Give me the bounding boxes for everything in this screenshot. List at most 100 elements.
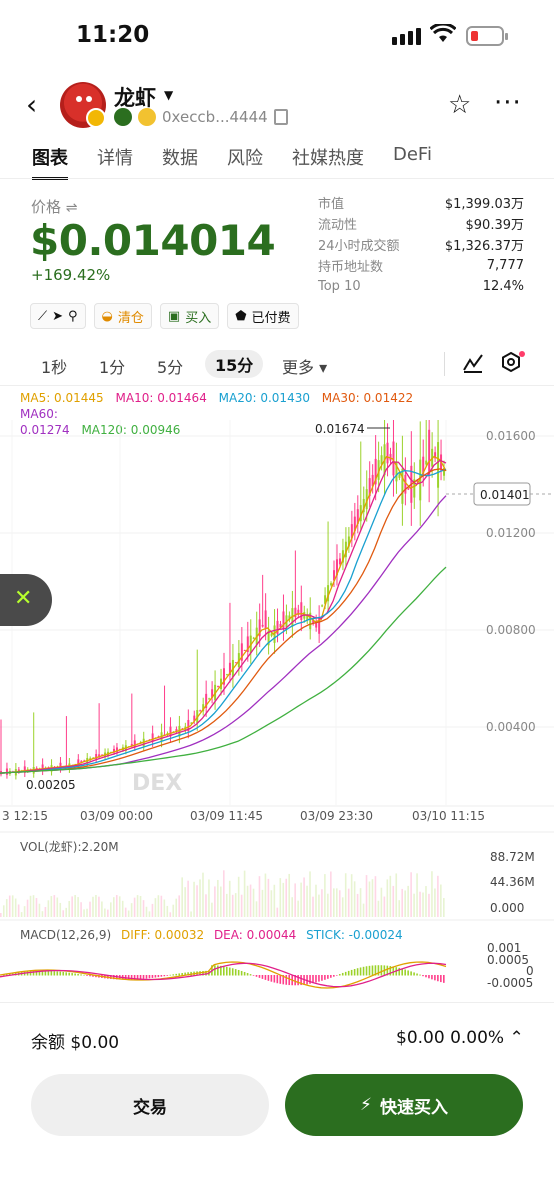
volume-bar [380,887,383,917]
volume-bar [121,900,124,917]
tag-buy[interactable]: ▣ 买入 [159,303,220,329]
trade-button[interactable]: 交易 [31,1074,269,1136]
volume-bar [276,907,279,917]
tf-1s[interactable]: 1秒 [41,354,67,378]
volume-bar [17,904,20,917]
volume-bar [350,874,353,917]
tf-1m[interactable]: 1分 [99,354,125,378]
y-tick-label: 0.00400 [486,720,536,734]
macd-stick [145,975,148,979]
macd-stick [246,973,249,976]
macd-stick [270,975,273,982]
tag-clear[interactable]: ◒ 清仓 [93,303,152,329]
price-chart[interactable]: 0.01600 0.01200 0.00800 0.00400 3 12:15 03/09… [0,420,554,1000]
copy-icon[interactable] [273,109,288,125]
ma30-value: MA30: 0.01422 [321,391,414,405]
macd-stick [223,966,225,976]
volume-bar [312,896,314,917]
volume-bar [368,881,371,917]
volume-bar [395,873,398,917]
tab-defi[interactable]: DeFi [393,144,432,170]
quick-buy-button[interactable]: ⚡ 快速买入 [285,1074,523,1136]
stats-panel: 市值 $1,399.03万 流动性 $90.39万 24小时成交额 $1,326.37… [318,197,524,294]
volume-bar [80,902,82,917]
volume-bar [92,896,94,917]
volume-bar [223,870,225,917]
floating-action-button[interactable] [0,574,52,626]
macd-stick [157,975,160,978]
tab-data[interactable]: 数据 [162,144,198,170]
volume-bar [362,903,365,917]
volume-bar [389,875,392,917]
volume-bar [199,879,201,917]
macd-stick [324,975,326,980]
tag-paid[interactable]: ⬟ 已付费 [227,303,299,329]
volume-bar [202,872,204,917]
macd-stick [335,975,338,976]
macd-stick [288,975,291,986]
volume-bar [404,890,406,917]
macd-stick [279,975,282,984]
indicator-icon[interactable] [462,352,484,374]
y-tick-label: 0.01200 [486,526,536,540]
balance-change[interactable]: $0.00 0.00% ⌃ [396,1028,524,1048]
macd-stick [365,966,368,976]
volume-bar [300,882,302,917]
tab-social[interactable]: 社媒热度 [292,144,364,170]
macd-stick [440,975,442,983]
volume-bar [139,895,142,917]
macd-stick [416,973,418,976]
volume-bar [101,901,103,917]
volume-bar [220,886,222,917]
candle-body [338,558,341,565]
volume-bar [118,896,121,917]
volume-bar [261,889,264,917]
back-icon[interactable]: ‹ [26,88,37,121]
tab-risk[interactable]: 风险 [227,144,263,170]
volume-bar [377,900,380,917]
volume-bar [225,893,228,917]
macd-stick [434,975,436,981]
tab-details[interactable]: 详情 [97,144,133,170]
social-links[interactable]: ⟋ ➤ ⚲ [30,303,86,329]
macd-stick [151,975,154,978]
candle-body [264,610,267,629]
x-tick-label: 03/09 00:00 [80,809,153,823]
volume-bar [214,886,216,917]
macd-stick [89,975,91,977]
volume-bar [145,906,148,917]
volume-bar [416,873,418,917]
macd-tick-label: -0.0005 [487,976,533,990]
wifi-icon [430,24,456,42]
macd-stick [413,972,415,976]
volume-bar [365,875,368,917]
macd-stick [368,965,371,976]
volume-bar [23,906,26,917]
macd-stick [258,975,261,978]
tf-5m[interactable]: 5分 [157,354,183,378]
star-icon[interactable]: ☆ [448,90,471,120]
chevron-down-icon[interactable]: ▼ [164,88,173,102]
candle-body [407,488,410,490]
volume-bar [398,900,401,917]
tab-chart[interactable]: 图表 [32,144,68,180]
tf-15m[interactable]: 15分 [205,350,264,378]
volume-bar [124,907,127,917]
candle-body [217,686,220,688]
macd-stick [243,971,246,976]
macd-stick [148,975,151,979]
low-marker: 0.00205 [26,778,76,792]
more-icon[interactable]: ··· [494,88,522,118]
balance: 余额 $0.00 [31,1033,120,1053]
tf-more[interactable]: 更多 ▾ [282,354,327,378]
settings-icon[interactable] [500,350,526,376]
volume-bar [413,893,415,917]
volume-bar [303,877,305,917]
volume-bar [324,874,326,917]
volume-bar [228,880,231,917]
bag-icon: ▣ [167,308,181,324]
volume-bar [231,894,234,917]
macd-stick [318,975,320,982]
watermark: DEX [132,771,182,796]
macd-stick [347,970,350,976]
